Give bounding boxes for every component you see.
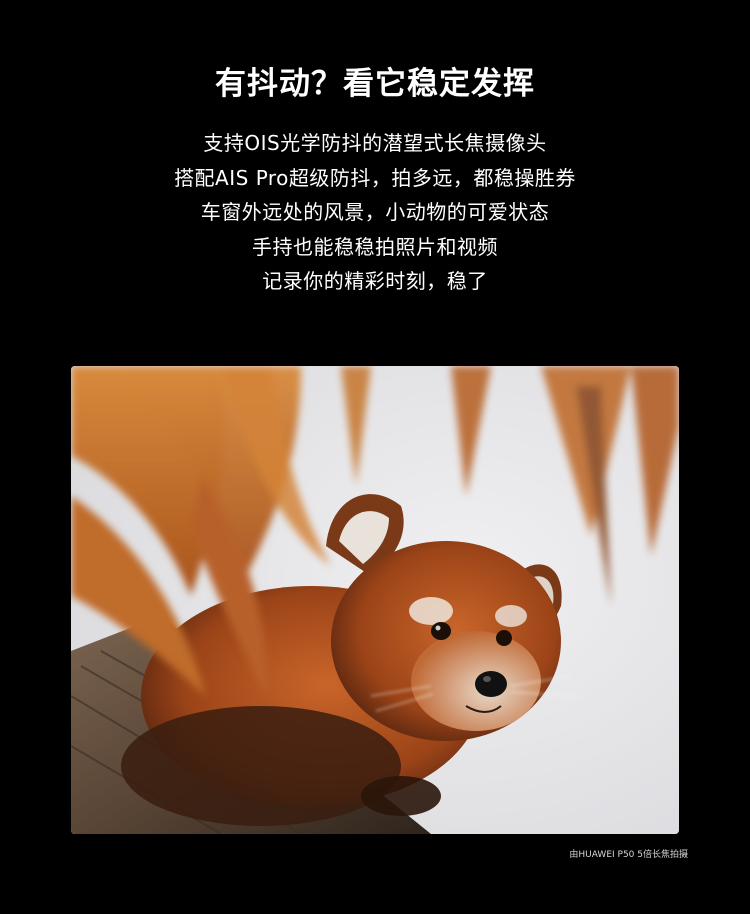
- description-line-2: 搭配AIS Pro超级防抖，拍多远，都稳操胜券: [174, 165, 576, 190]
- description-line-1: 支持OIS光学防抖的潜望式长焦摄像头: [203, 131, 547, 155]
- nose: [475, 671, 507, 697]
- page-headline: 有抖动？看它稳定发挥: [215, 66, 535, 102]
- right-eye: [496, 630, 512, 646]
- red-panda-illustration: [71, 366, 679, 834]
- description-line-4: 手持也能稳稳拍照片和视频: [252, 234, 498, 259]
- left-eye: [431, 622, 451, 640]
- description-line-3: 车窗外远处的风景，小动物的可爱状态: [200, 200, 550, 224]
- feature-description: 支持OIS光学防抖的潜望式长焦摄像头 搭配AIS Pro超级防抖，拍多远，都稳操…: [0, 126, 750, 299]
- photo-caption: 由HUAWEI P50 5倍长焦拍摄: [569, 850, 688, 860]
- red-panda-photo: [71, 366, 679, 834]
- description-line-5: 记录你的精彩时刻，稳了: [262, 269, 488, 293]
